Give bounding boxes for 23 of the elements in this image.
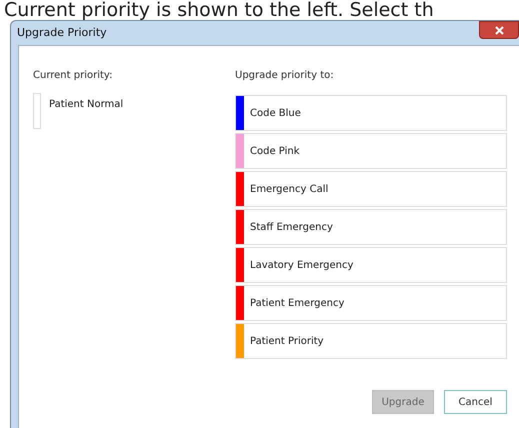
priority-option-name: Staff Emergency — [250, 220, 333, 234]
cancel-button[interactable]: Cancel — [444, 390, 507, 414]
priority-option[interactable]: Code Blue — [235, 95, 507, 131]
priority-option[interactable]: Code Pink — [235, 133, 507, 169]
priority-option-name: Code Pink — [250, 144, 300, 158]
current-priority-name: Patient Normal — [49, 98, 124, 112]
priority-option-name: Code Blue — [250, 106, 301, 120]
priority-option-name: Patient Priority — [250, 334, 324, 348]
priority-option-name: Patient Emergency — [250, 296, 344, 310]
priority-option[interactable]: Staff Emergency — [235, 209, 507, 245]
close-button[interactable] — [479, 21, 519, 39]
background-text: Current priority is shown to the left. Select th — [3, 0, 435, 20]
priority-option[interactable]: Patient Emergency — [235, 285, 507, 321]
upgrade-priority-label: Upgrade priority to: — [235, 69, 335, 83]
close-icon — [494, 26, 504, 34]
priority-option[interactable]: Emergency Call — [235, 171, 507, 207]
priority-option-name: Lavatory Emergency — [250, 258, 354, 272]
priority-option[interactable]: Patient Priority — [235, 323, 507, 359]
window-title: Upgrade Priority — [17, 24, 107, 41]
priority-option[interactable]: Lavatory Emergency — [235, 247, 507, 283]
priority-color-marker — [33, 93, 41, 129]
priority-option-name: Emergency Call — [250, 182, 328, 196]
current-priority-label: Current priority: — [33, 69, 114, 83]
